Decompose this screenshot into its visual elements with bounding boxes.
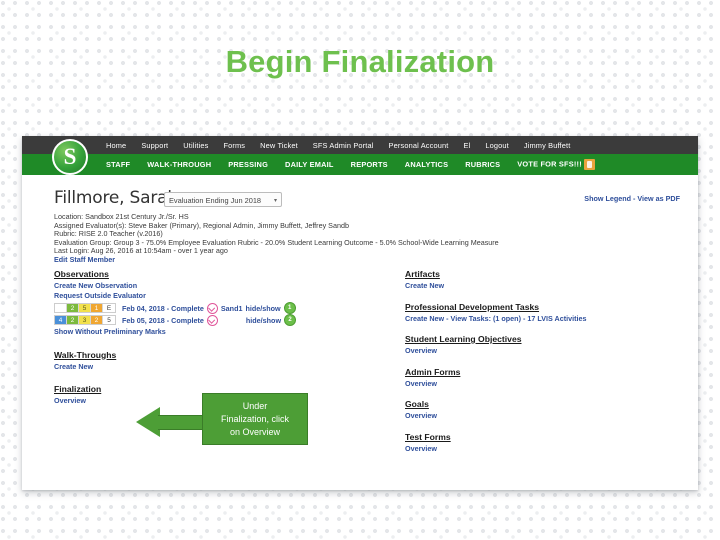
observation-date: Feb 05, 2018 - Complete (122, 315, 204, 325)
logo-letter: S (63, 144, 77, 169)
table-row[interactable]: 4 2 3 2 5 Feb 05, 2018 - Complete hide/s… (54, 314, 354, 326)
trophy-icon (583, 159, 595, 170)
section-test-forms: Test Forms Overview (405, 432, 695, 454)
nav-item-support[interactable]: Support (141, 141, 168, 150)
walk-throughs-create-new-link[interactable]: Create New (54, 362, 354, 372)
nav-item-walk-through[interactable]: WALK-THROUGH (147, 160, 211, 169)
nav-item-home[interactable]: Home (106, 141, 126, 150)
slide-title: Begin Finalization (225, 44, 495, 79)
mark-cell: E (103, 304, 115, 312)
nav-item-analytics[interactable]: ANALYTICS (405, 160, 448, 169)
chevron-down-icon: ▾ (273, 198, 277, 204)
evaluation-period-value: Evaluation Ending Jun 2018 (169, 196, 262, 205)
mark-cell: 4 (55, 316, 67, 324)
observation-rows: 2 5 1 E Feb 04, 2018 - Complete Sand1 hi… (54, 302, 354, 326)
checkmark-circle-icon[interactable] (206, 302, 218, 314)
goals-overview-link[interactable]: Overview (405, 411, 695, 421)
test-forms-overview-link[interactable]: Overview (405, 444, 695, 454)
create-new-observation-link[interactable]: Create New Observation (54, 281, 354, 291)
arrow-head-icon (136, 407, 160, 437)
callout-line-1: Under (242, 400, 268, 411)
nav-item-utilities[interactable]: Utilities (183, 141, 208, 150)
table-row[interactable]: 2 5 1 E Feb 04, 2018 - Complete Sand1 hi… (54, 302, 354, 314)
request-outside-evaluator-link[interactable]: Request Outside Evaluator (54, 291, 354, 301)
top-nav-list: Home Support Utilities Forms New Ticket … (106, 136, 585, 154)
observation-date: Feb 04, 2018 - Complete (122, 303, 204, 313)
section-walk-throughs: Walk-Throughs Create New (54, 350, 354, 372)
observation-marks: 2 5 1 E (54, 303, 116, 313)
admin-forms-title: Admin Forms (405, 366, 461, 377)
hide-show-toggle[interactable]: hide/show (245, 304, 280, 313)
section-professional-development-tasks: Professional Development Tasks Create Ne… (405, 302, 695, 324)
nav-item-forms[interactable]: Forms (223, 141, 245, 150)
meta-last-login: Last Login: Aug 26, 2016 at 10:54am - ov… (54, 246, 228, 256)
mark-cell: 3 (79, 316, 91, 324)
page-title: Fillmore, Sarah (54, 188, 178, 208)
callout-box: Under Finalization, click on Overview (202, 393, 308, 445)
mark-cell: 1 (91, 304, 103, 312)
callout-line-2: Finalization, click (220, 413, 290, 424)
observation-evaluator: Sand1 (220, 303, 243, 313)
staff-meta-block: Location: Sandbox 21st Century Jr./Sr. H… (54, 212, 499, 265)
embedded-screenshot: Home Support Utilities Forms New Ticket … (22, 136, 698, 490)
right-column: Artifacts Create New Professional Develo… (405, 269, 695, 464)
nav-item-pressing[interactable]: PRESSING (228, 160, 268, 169)
section-observations: Observations Create New Observation Requ… (54, 269, 354, 337)
callout-text: Under Finalization, click on Overview (221, 400, 289, 439)
nav-item-new-ticket[interactable]: New Ticket (260, 141, 298, 150)
observation-count-badge: 2 (284, 314, 297, 326)
callout-line-3: on Overview (229, 426, 281, 437)
section-goals: Goals Overview (405, 399, 695, 421)
admin-forms-overview-link[interactable]: Overview (405, 379, 695, 389)
student-learning-objectives-title: Student Learning Objectives (405, 334, 522, 344)
nav-item-staff[interactable]: STAFF (106, 160, 130, 169)
mark-cell: 2 (67, 304, 79, 312)
artifacts-title: Artifacts (405, 269, 440, 279)
nav-item-vote-for-sfs[interactable]: VOTE FOR SFS!!! (517, 159, 595, 170)
section-artifacts: Artifacts Create New (405, 269, 695, 291)
site-logo[interactable]: S (52, 139, 88, 175)
observation-count-badge: 1 (283, 302, 296, 314)
section-admin-forms: Admin Forms Overview (405, 367, 695, 389)
test-forms-title: Test Forms (405, 431, 451, 442)
observation-detail: Feb 05, 2018 - Complete hide/show 2 (122, 314, 297, 326)
hide-show-toggle[interactable]: hide/show (246, 316, 281, 325)
observation-marks: 4 2 3 2 5 (54, 315, 116, 325)
nav-item-sfs-admin-portal[interactable]: SFS Admin Portal (313, 141, 374, 150)
artifacts-create-new-link[interactable]: Create New (405, 281, 695, 291)
walk-throughs-title: Walk-Throughs (54, 349, 117, 360)
nav-item-el[interactable]: El (463, 141, 470, 150)
staff-evaluation-page: Fillmore, Sarah Evaluation Ending Jun 20… (22, 175, 698, 490)
checkmark-circle-icon[interactable] (206, 314, 218, 326)
edit-staff-member-link[interactable]: Edit Staff Member (54, 255, 499, 265)
legend-pdf-links[interactable]: Show Legend - View as PDF (584, 194, 680, 203)
mark-cell: 2 (67, 316, 79, 324)
top-navigation-bar: Home Support Utilities Forms New Ticket … (22, 136, 698, 154)
secondary-nav-list: STAFF WALK-THROUGH PRESSING DAILY EMAIL … (106, 154, 612, 175)
mark-cell: 5 (79, 304, 91, 312)
professional-development-tasks-title: Professional Development Tasks (405, 301, 540, 312)
nav-item-personal-account[interactable]: Personal Account (389, 141, 449, 150)
nav-item-user-name[interactable]: Jimmy Buffett (524, 141, 571, 150)
student-learning-objectives-overview-link[interactable]: Overview (405, 346, 695, 356)
nav-item-logout[interactable]: Logout (485, 141, 509, 150)
observation-detail: Feb 04, 2018 - Complete Sand1 hide/show … (122, 302, 296, 314)
secondary-navigation-bar: STAFF WALK-THROUGH PRESSING DAILY EMAIL … (22, 154, 698, 175)
evaluation-period-select[interactable]: Evaluation Ending Jun 2018 ▾ (164, 192, 282, 207)
professional-development-tasks-links[interactable]: Create New - View Tasks: (1 open) - 17 L… (405, 314, 695, 324)
mark-cell: 5 (103, 316, 115, 324)
vote-label: VOTE FOR SFS!!! (517, 159, 582, 169)
nav-item-rubrics[interactable]: RUBRICS (465, 160, 500, 169)
nav-item-reports[interactable]: REPORTS (351, 160, 388, 169)
mark-cell (55, 304, 67, 312)
section-student-learning-objectives: Student Learning Objectives Overview (405, 334, 695, 356)
nav-item-daily-email[interactable]: DAILY EMAIL (285, 160, 334, 169)
show-without-preliminary-marks-link[interactable]: Show Without Preliminary Marks (54, 327, 354, 337)
observations-title: Observations (54, 269, 109, 279)
goals-title: Goals (405, 399, 429, 409)
mark-cell: 2 (91, 316, 103, 324)
